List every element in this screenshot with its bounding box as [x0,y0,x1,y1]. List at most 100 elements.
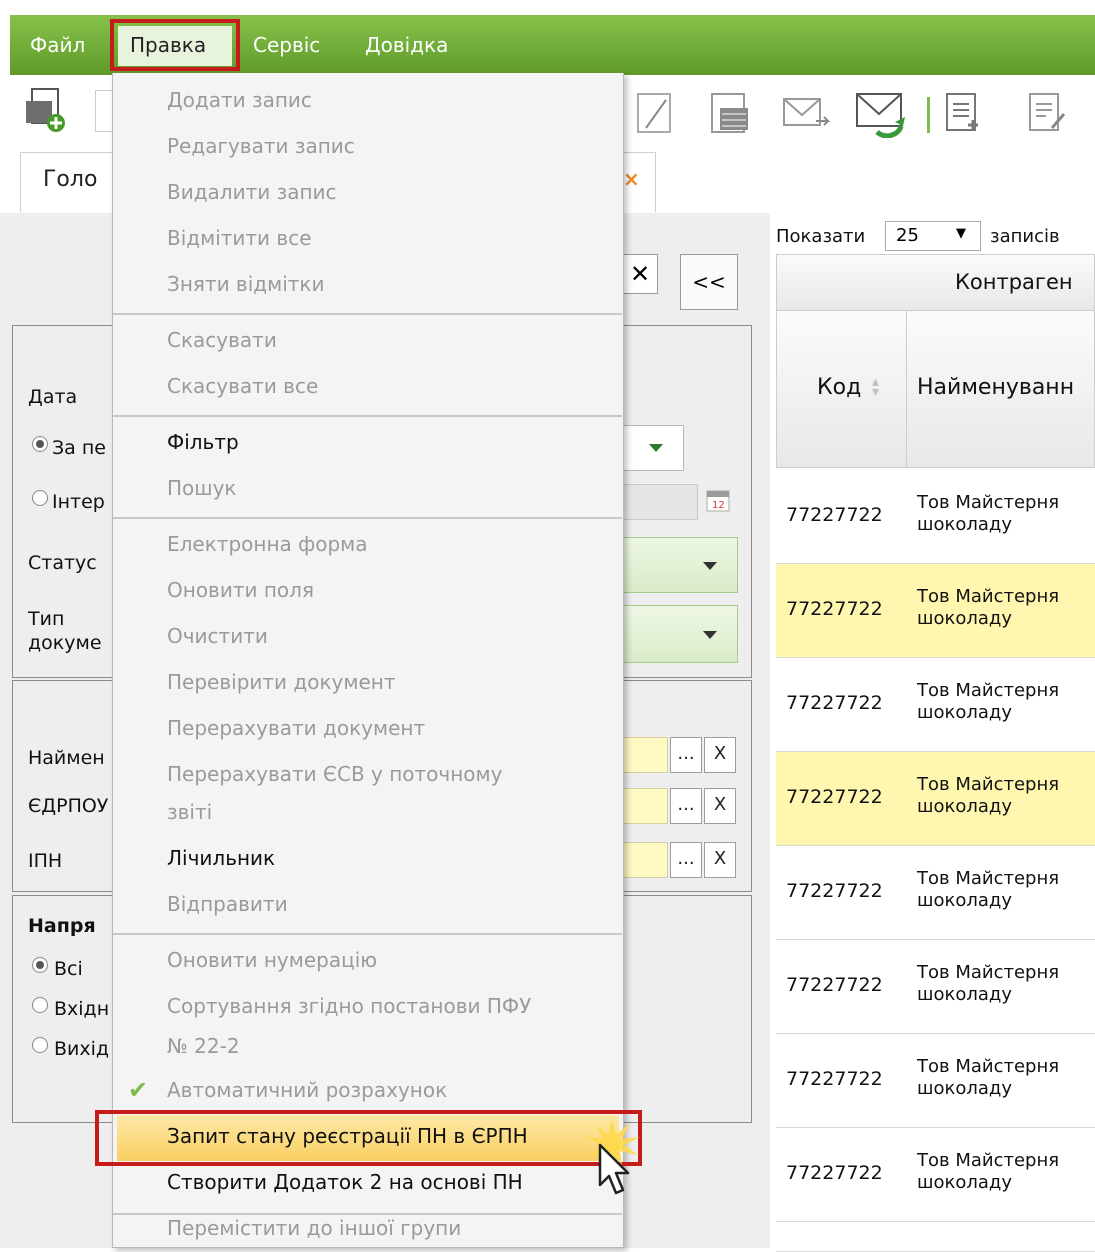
table-row[interactable]: 77227722 Тов Майстерня шоколаду [776,846,1095,940]
calculator-document-icon[interactable] [708,90,754,136]
radio-interval[interactable] [32,490,48,506]
table-row[interactable]: 77227722 Тов Майстерня шоколаду [776,1034,1095,1128]
edrpou-clear-button[interactable]: X [704,788,736,824]
menu-file[interactable]: Файл [30,33,85,57]
menu-item[interactable]: Відмітити все [167,226,312,250]
menu-item[interactable]: Пошук [167,476,237,500]
row-name: Тов Майстерня шоколаду [917,586,1059,630]
menu-item[interactable]: Видалити запис [167,180,337,204]
menu-item[interactable]: Оновити нумерацію [167,948,377,972]
name-lookup-button[interactable]: ... [670,737,702,773]
doctype-label-2: докуме [28,632,102,654]
row-name: Тов Майстерня шоколаду [917,774,1059,818]
mail-receive-icon[interactable] [855,88,911,138]
records-label: записів [990,226,1060,247]
new-document-icon[interactable] [22,87,68,133]
column-name-header[interactable]: Найменуванн [906,310,1095,468]
calendar-icon[interactable]: 12 [705,487,733,515]
menu-item[interactable]: Перерахувати документ [167,716,425,740]
edrpou-label: ЄДРПОУ [28,795,109,817]
menu-item[interactable]: Відправити [167,892,288,916]
menu-item[interactable]: Оновити поля [167,578,314,602]
menu-item[interactable]: Перерахувати ЄСВ у поточному [167,762,502,786]
row-name-line1: Тов Майстерня [917,586,1060,607]
interval-date-input[interactable] [622,484,698,520]
table-row[interactable]: 77227722 Тов Майстерня шоколаду [776,1128,1095,1222]
row-name-line1: Тов Майстерня [917,774,1060,795]
mail-send-icon[interactable] [782,95,832,135]
menu-item[interactable]: Створити Додаток 2 на основі ПН [167,1170,523,1194]
radio-dir-all-label: Всі [54,958,83,980]
menu-item[interactable]: № 22-2 [167,1034,240,1058]
menu-item[interactable]: Лічильник [167,846,275,870]
row-name: Тов Майстерня шоколаду [917,680,1059,724]
close-filter-button[interactable]: ✕ [622,254,658,294]
menu-item[interactable]: Очистити [167,624,268,648]
edit-row-icon[interactable] [1028,90,1068,136]
row-name-line2: шоколаду [917,984,1013,1005]
tab-home[interactable]: Голо [20,152,120,212]
menu-item[interactable]: Скасувати все [167,374,318,398]
ipn-field[interactable] [622,842,668,878]
menu-item[interactable]: Фільтр [167,430,239,454]
collapse-panel-button[interactable]: << [680,254,738,310]
status-select[interactable] [622,537,738,593]
table-row[interactable]: 77227722 Тов Майстерня шоколаду [776,470,1095,564]
doctype-select[interactable] [622,605,738,663]
table-row[interactable]: 77227722 Тов Майстерня шоколаду [776,752,1095,846]
menu-service[interactable]: Сервіс [253,33,320,57]
row-name-line1: Тов Майстерня [917,680,1060,701]
sort-icon[interactable]: ▴ ▾ [872,375,879,399]
radio-period[interactable] [32,436,48,452]
edit-document-icon[interactable] [636,90,676,136]
row-code: 77227722 [786,598,883,620]
menu-item[interactable]: Зняти відмітки [167,272,324,296]
row-code: 77227722 [786,974,883,996]
menu-item[interactable]: Додати запис [167,88,312,112]
radio-dir-out[interactable] [32,1037,48,1053]
menu-item[interactable]: Редагувати запис [167,134,355,158]
chevron-down-icon [703,631,717,639]
menu-item[interactable]: Перемістити до іншої групи [167,1216,461,1240]
name-clear-button[interactable]: X [704,737,736,773]
row-name-line2: шоколаду [917,890,1013,911]
menu-pravka[interactable]: Правка [130,33,206,57]
menu-separator [113,517,622,519]
edrpou-field[interactable] [622,788,668,824]
menu-item[interactable]: Автоматичний розрахунок [167,1078,447,1102]
menu-item[interactable]: звіті [167,800,212,824]
status-label: Статус [28,552,97,574]
row-name: Тов Майстерня шоколаду [917,1056,1059,1100]
doctype-label-1: Тип [28,608,65,630]
column-code-header[interactable]: Код ▴ ▾ [776,310,907,468]
ipn-lookup-button[interactable]: ... [670,842,702,878]
add-row-icon[interactable] [945,90,985,136]
ipn-label: ІПН [28,850,63,872]
table-row[interactable]: 77227722 Тов Майстерня шоколаду [776,658,1095,752]
tab-close-icon[interactable]: × [623,167,640,191]
radio-dir-all[interactable] [32,957,48,973]
period-select[interactable] [622,425,684,471]
menu-separator [113,933,622,935]
edrpou-lookup-button[interactable]: ... [670,788,702,824]
row-name-line1: Тов Майстерня [917,868,1060,889]
radio-interval-label: Інтер [52,491,105,513]
menu-item[interactable]: Скасувати [167,328,277,352]
row-name-line2: шоколаду [917,702,1013,723]
menu-item[interactable]: Перевірити документ [167,670,396,694]
row-name: Тов Майстерня шоколаду [917,492,1059,536]
page-size-select[interactable]: 25 ▼ [885,221,981,251]
menu-help[interactable]: Довідка [365,33,448,57]
direction-title: Напря [28,915,96,937]
svg-text:12: 12 [712,500,725,511]
menu-item[interactable]: Сортування згідно постанови ПФУ [167,994,531,1018]
table-row[interactable]: 77227722 Тов Майстерня шоколаду [776,940,1095,1034]
menu-item[interactable]: Електронна форма [167,532,368,556]
row-name-line2: шоколаду [917,796,1013,817]
table-row[interactable]: 77227722 Тов Майстерня шоколаду [776,564,1095,658]
row-code: 77227722 [786,880,883,902]
ipn-clear-button[interactable]: X [704,842,736,878]
radio-dir-in[interactable] [32,997,48,1013]
name-field[interactable] [622,737,668,773]
name-label: Наймен [28,747,105,769]
